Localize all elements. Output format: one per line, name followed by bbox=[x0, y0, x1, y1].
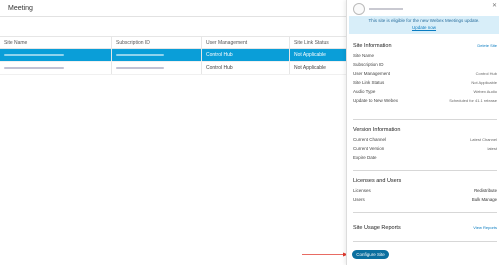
row-value: Latest Channel bbox=[470, 137, 497, 142]
info-row: Current Channel Latest Channel bbox=[353, 135, 497, 144]
section-title: Site Usage Reports bbox=[353, 225, 401, 231]
info-row[interactable]: Licenses Redistribute bbox=[353, 186, 497, 195]
subscription-id-cell bbox=[112, 62, 202, 74]
info-row: Site Name bbox=[353, 51, 497, 60]
site-link-status-cell: Not Applicable bbox=[294, 52, 326, 58]
section-divider bbox=[353, 170, 497, 171]
banner-text: This site is eligible for the new Webex … bbox=[368, 18, 480, 23]
info-row[interactable]: Users Bulk Manage bbox=[353, 195, 497, 204]
site-details-panel: ✕ This site is eligible for the new Webe… bbox=[346, 0, 500, 265]
redacted-text bbox=[116, 67, 164, 69]
section-divider bbox=[353, 212, 497, 213]
column-header-site-name[interactable]: Site Name bbox=[0, 37, 112, 48]
site-name-cell bbox=[0, 49, 112, 61]
redacted-text bbox=[4, 67, 64, 69]
header-divider bbox=[0, 16, 346, 17]
row-label: Audio Type bbox=[353, 89, 376, 94]
bulk-manage-action[interactable]: Bulk Manage bbox=[472, 197, 497, 202]
column-header-user-management[interactable]: User Management bbox=[202, 37, 290, 48]
close-icon[interactable]: ✕ bbox=[492, 2, 497, 9]
redacted-site-name bbox=[369, 8, 403, 10]
row-label: Users bbox=[353, 197, 365, 202]
version-information-section: Version Information Current Channel Lates… bbox=[353, 127, 497, 162]
site-link-status-cell: Not Applicable bbox=[294, 65, 326, 71]
redacted-text bbox=[4, 54, 64, 56]
configure-site-button[interactable]: Configure Site bbox=[352, 250, 389, 259]
section-title: Version Information bbox=[353, 127, 401, 133]
user-management-cell: Control Hub bbox=[202, 62, 290, 74]
row-value: latest bbox=[487, 146, 497, 151]
info-row: Subscription ID bbox=[353, 60, 497, 69]
usage-reports-section: Site Usage Reports View Reports bbox=[353, 225, 497, 233]
row-value: Scheduled for 41.1 release bbox=[449, 98, 497, 103]
annotation-arrow bbox=[302, 252, 348, 257]
row-label: User Management bbox=[353, 71, 391, 76]
section-title: Licenses and Users bbox=[353, 178, 402, 184]
row-label: Update to New Webex bbox=[353, 98, 398, 103]
info-row: Audio Type Webex Audio bbox=[353, 87, 497, 96]
update-now-link[interactable]: Update now bbox=[349, 25, 499, 32]
section-divider bbox=[353, 241, 497, 242]
page-title: Meeting bbox=[8, 5, 33, 12]
update-banner: This site is eligible for the new Webex … bbox=[349, 16, 499, 34]
row-value: Webex Audio bbox=[473, 89, 498, 94]
redacted-text bbox=[116, 54, 164, 56]
view-reports-link[interactable]: View Reports bbox=[473, 225, 497, 230]
info-row: User Management Control Hub bbox=[353, 69, 497, 78]
site-name-cell bbox=[0, 62, 112, 74]
row-label: Licenses bbox=[353, 188, 371, 193]
row-label: Expire Date bbox=[353, 155, 377, 160]
table-row[interactable]: Control Hub Not Applicable bbox=[0, 49, 346, 62]
user-management-cell: Control Hub bbox=[202, 49, 290, 61]
info-row: Update to New Webex Scheduled for 41.1 re… bbox=[353, 96, 497, 105]
row-label: Current Version bbox=[353, 146, 385, 151]
row-value: Not Applicable bbox=[471, 80, 497, 85]
section-title: Site Information bbox=[353, 43, 392, 49]
redistribute-action[interactable]: Redistribute bbox=[474, 188, 497, 193]
info-row: Expire Date bbox=[353, 153, 497, 162]
row-label: Site Link Status bbox=[353, 80, 385, 85]
column-header-site-link-status[interactable]: Site Link Status bbox=[290, 37, 346, 48]
row-label: Subscription ID bbox=[353, 62, 384, 67]
column-header-subscription-id[interactable]: Subscription ID bbox=[112, 37, 202, 48]
subscription-id-cell bbox=[112, 49, 202, 61]
info-row: Current Version latest bbox=[353, 144, 497, 153]
site-information-section: Site Information Delete Site Site Name S… bbox=[353, 43, 497, 105]
row-value: Control Hub bbox=[475, 71, 497, 76]
site-avatar bbox=[353, 3, 365, 15]
row-label: Current Channel bbox=[353, 137, 387, 142]
table-header: Site Name Subscription ID User Managemen… bbox=[0, 36, 346, 49]
section-divider bbox=[353, 119, 497, 120]
row-label: Site Name bbox=[353, 53, 375, 58]
licenses-section: Licenses and Users Licenses Redistribute … bbox=[353, 178, 497, 204]
info-row: Site Link Status Not Applicable bbox=[353, 78, 497, 87]
table-row[interactable]: Control Hub Not Applicable bbox=[0, 62, 346, 75]
sites-table: Site Name Subscription ID User Managemen… bbox=[0, 36, 346, 75]
delete-site-link[interactable]: Delete Site bbox=[477, 43, 497, 48]
